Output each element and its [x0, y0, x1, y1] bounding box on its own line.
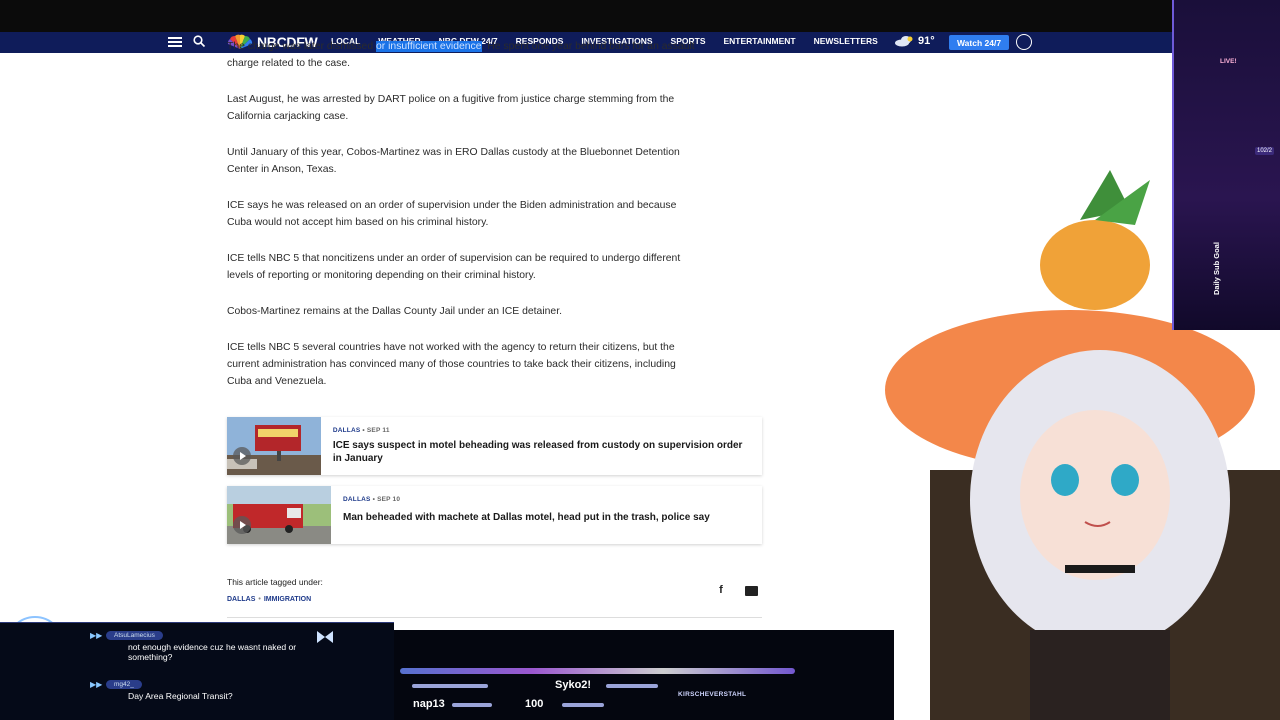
- sub-goal-count: 102/2: [1255, 147, 1275, 155]
- temperature: 91°: [918, 35, 935, 47]
- story-date: SEP 11: [366, 427, 390, 434]
- tagged-label: This article tagged under:: [227, 577, 323, 587]
- divider: [227, 617, 762, 618]
- article-paragraph: ICE tells NBC 5 that noncitizens under a…: [227, 253, 681, 281]
- article-paragraph: The charge was later dismissed or insuff…: [227, 38, 697, 72]
- tag-list: DALLAS • IMMIGRATION: [227, 596, 312, 603]
- video-play-icon: [233, 447, 251, 465]
- tag-dallas[interactable]: DALLAS: [227, 596, 255, 603]
- highlighted-text: or insufficient evidence: [376, 41, 482, 52]
- weather-widget[interactable]: 91°: [893, 35, 935, 47]
- story-kicker: DALLAS • SEP 11: [332, 427, 390, 434]
- ticker-line: [412, 684, 488, 688]
- ticker-line: [606, 684, 658, 688]
- article-paragraph: ICE says he was released on an order of …: [227, 200, 677, 228]
- search-icon[interactable]: [192, 34, 206, 48]
- facebook-share-icon[interactable]: f: [714, 584, 728, 598]
- chat-text: not enough evidence cuz he wasnt naked o…: [128, 642, 297, 662]
- paragraph-text: The charge was later dismissed: [227, 41, 376, 52]
- story-headline[interactable]: ICE says suspect in motel beheading was …: [333, 440, 750, 465]
- bow-icon: [317, 631, 333, 643]
- chat-username: AtsuLamecius: [106, 631, 163, 640]
- hamburger-menu-icon[interactable]: [168, 35, 182, 49]
- chat-message: ▶▶ AtsuLamecius not enough evidence cuz …: [90, 631, 308, 662]
- story-headline[interactable]: Man beheaded with machete at Dallas mote…: [343, 512, 710, 525]
- video-play-icon: [233, 516, 251, 534]
- ticker-username: nap13: [413, 698, 445, 710]
- related-story-info: DALLAS • SEP 11 ICE says suspect in mote…: [321, 417, 762, 475]
- related-story-info: DALLAS • SEP 10 Man beheaded with machet…: [331, 486, 722, 544]
- chat-username: mg42_: [106, 680, 142, 689]
- story-date: SEP 10: [377, 496, 401, 503]
- motel-sign-image: [227, 417, 321, 475]
- cloudy-weather-icon: [895, 36, 913, 47]
- sub-goal-label: Daily Sub Goal: [1212, 242, 1221, 295]
- ticker-line: [562, 703, 604, 707]
- article-body: The charge was later dismissed or insuff…: [227, 41, 697, 409]
- related-story-card[interactable]: DALLAS • SEP 10 Man beheaded with machet…: [227, 486, 762, 544]
- nav-link-newsletters[interactable]: NEWSLETTERS: [814, 36, 878, 46]
- top-black-strip: [0, 0, 1280, 32]
- story-category[interactable]: DALLAS: [343, 496, 371, 503]
- email-share-icon[interactable]: [745, 586, 758, 596]
- related-story-card[interactable]: DALLAS • SEP 11 ICE says suspect in mote…: [227, 417, 762, 475]
- article-paragraph: Cobos-Martinez remains at the Dallas Cou…: [227, 306, 562, 317]
- chat-panel: ▶▶ AtsuLamecius not enough evidence cuz …: [0, 622, 394, 720]
- fire-truck-image: [227, 486, 331, 544]
- ticker-username: KIRSCHEVERSTAHL: [678, 691, 747, 698]
- tag-immigration[interactable]: IMMIGRATION: [264, 596, 311, 603]
- chat-text: Day Area Regional Transit?: [128, 691, 233, 701]
- account-icon[interactable]: [1016, 34, 1032, 50]
- ticker-line: [452, 703, 492, 707]
- ticker-amount: 100: [525, 698, 544, 710]
- related-story-thumbnail[interactable]: [227, 417, 321, 475]
- chat-arrow-icon: ▶▶: [90, 680, 103, 689]
- related-story-thumbnail[interactable]: [227, 486, 331, 544]
- article-paragraph: Until January of this year, Cobos-Martin…: [227, 147, 680, 175]
- chat-message: ▶▶ mg42_ Day Area Regional Transit?: [90, 680, 233, 701]
- article-paragraph: ICE tells NBC 5 several countries have n…: [227, 342, 676, 387]
- nav-link-entertainment[interactable]: ENTERTAINMENT: [724, 36, 796, 46]
- article-paragraph: Last August, he was arrested by DART pol…: [227, 94, 675, 122]
- chat-arrow-icon: ▶▶: [90, 631, 103, 640]
- bottom-bar-glow: [400, 668, 795, 674]
- watch-24-7-button[interactable]: Watch 24/7: [949, 35, 1009, 50]
- story-category[interactable]: DALLAS: [333, 427, 361, 434]
- live-label: LIVE!: [1220, 58, 1237, 65]
- sub-goal-widget: [1172, 0, 1280, 330]
- ticker-username: Syko2!: [555, 679, 592, 691]
- story-kicker: DALLAS • SEP 10: [343, 496, 401, 503]
